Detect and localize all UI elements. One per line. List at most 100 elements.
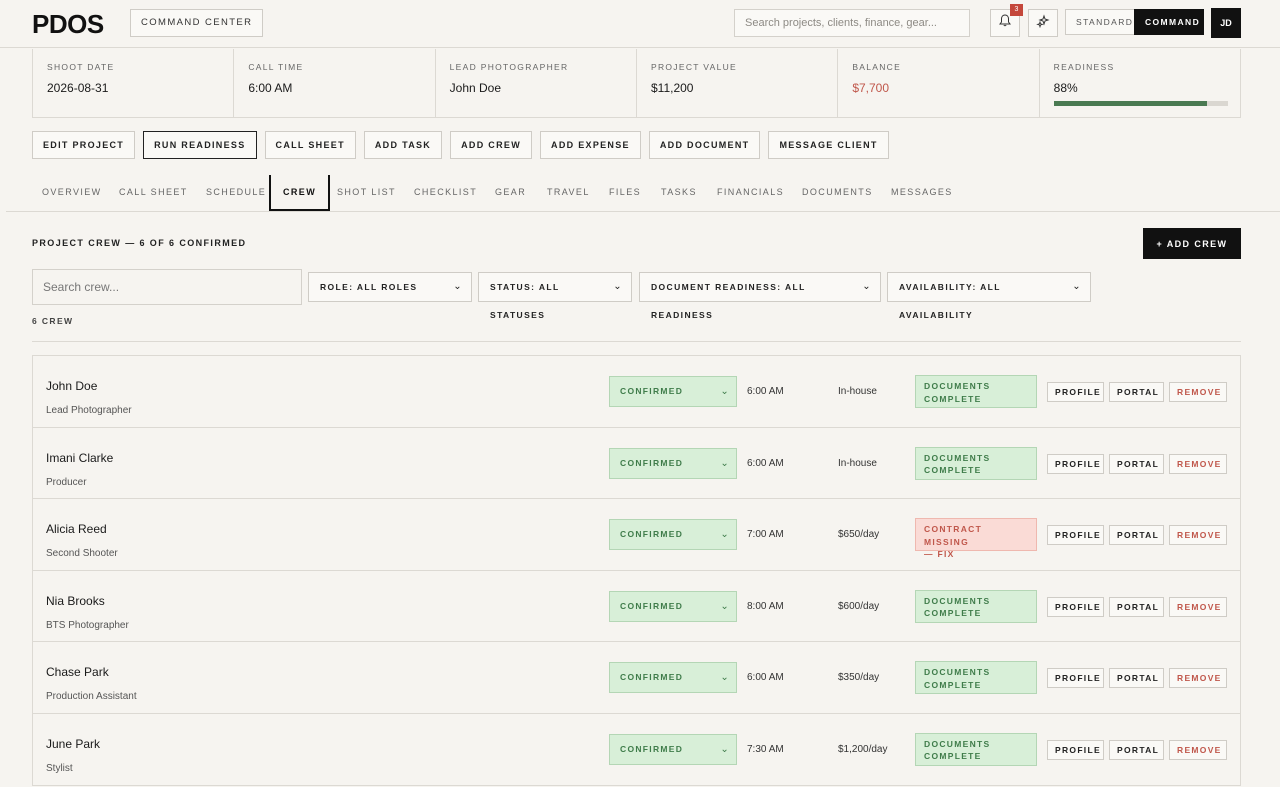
notifications-button[interactable]: 3 [990,4,1023,37]
tab-messages[interactable]: MESSAGES [891,175,953,211]
remove-button[interactable]: REMOVE [1169,525,1227,545]
crew-row: Nia Brooks BTS Photographer CONFIRMED ⌄ 8… [33,570,1240,642]
remove-button[interactable]: REMOVE [1169,739,1227,760]
crew-name[interactable]: Alicia Reed [46,522,107,536]
crew-status-select[interactable]: CONFIRMED ⌄ [609,519,737,550]
docs-line: COMPLETE [924,465,982,475]
remove-button[interactable]: REMOVE [1169,382,1227,402]
crew-status-select[interactable]: CONFIRMED ⌄ [609,447,737,479]
tab-checklist[interactable]: CHECKLIST [414,175,477,211]
crew-role: Production Assistant [46,691,137,702]
profile-button[interactable]: PROFILE [1047,596,1104,617]
crew-call-time: 7:00 AM [747,529,784,540]
crew-status-select[interactable]: CONFIRMED ⌄ [609,590,737,622]
portal-button[interactable]: PORTAL [1109,453,1164,474]
crew-status-select[interactable]: CONFIRMED ⌄ [609,662,737,693]
tab-call-sheet[interactable]: CALL SHEET [119,175,188,211]
document-status-badge[interactable]: DOCUMENTS COMPLETE [915,446,1037,480]
stat-value: 88% [1053,81,1078,95]
tab-gear[interactable]: GEAR [495,175,526,211]
remove-button[interactable]: REMOVE [1169,596,1227,617]
document-status-badge[interactable]: DOCUMENTS COMPLETE [915,732,1037,766]
crew-rate: In-house [838,386,877,397]
add-crew-action-button[interactable]: ADD CREW [450,131,533,159]
tab-shot-list[interactable]: SHOT LIST [337,175,396,211]
crew-search-input[interactable] [32,269,302,305]
stat-label: BALANCE [852,62,902,72]
crew-call-time: 6:00 AM [747,386,784,397]
portal-button[interactable]: PORTAL [1109,382,1164,402]
top-bar: PDOS COMMAND CENTER 3 STANDARD COMMAND J… [0,0,1280,48]
add-task-button[interactable]: ADD TASK [363,131,443,159]
crew-role: Producer [46,476,87,488]
stat-value: $7,700 [852,81,890,95]
status-filter-label: STATUS: ALL STATUSES [490,282,560,320]
crew-name[interactable]: John Doe [46,379,97,393]
docs-line: DOCUMENTS [924,667,991,677]
docs-line: COMPLETE [924,393,982,404]
run-readiness-button[interactable]: RUN READINESS [143,131,257,159]
stat-value: 6:00 AM [248,81,293,95]
app-logo[interactable]: PDOS [32,9,104,40]
document-status-badge[interactable]: DOCUMENTS COMPLETE [915,375,1037,408]
readiness-progress-fill [1053,101,1207,106]
edit-project-button[interactable]: EDIT PROJECT [32,131,136,159]
tab-files[interactable]: FILES [609,175,641,211]
tab-overview[interactable]: OVERVIEW [42,175,102,211]
crew-call-time: 6:00 AM [747,457,784,469]
profile-button[interactable]: PROFILE [1047,525,1104,545]
mode-command-toggle[interactable]: COMMAND [1134,9,1204,35]
tab-schedule[interactable]: SCHEDULE [206,175,266,211]
tab-travel[interactable]: TRAVEL [547,175,590,211]
availability-filter-select[interactable]: AVAILABILITY: ALL AVAILABILITY ⌄ [887,272,1091,320]
docs-line: DOCUMENTS [924,381,991,391]
crew-name[interactable]: Chase Park [46,665,109,679]
profile-button[interactable]: PROFILE [1047,453,1104,474]
crew-status-label: CONFIRMED [620,457,684,468]
profile-button[interactable]: PROFILE [1047,668,1104,688]
crew-status-select[interactable]: CONFIRMED ⌄ [609,376,737,407]
profile-button[interactable]: PROFILE [1047,382,1104,402]
tab-financials[interactable]: FINANCIALS [717,175,784,211]
portal-button[interactable]: PORTAL [1109,525,1164,545]
add-expense-button[interactable]: ADD EXPENSE [540,131,641,159]
call-sheet-button[interactable]: CALL SHEET [264,131,356,159]
stat-label: READINESS [1053,62,1115,72]
document-status-badge[interactable]: DOCUMENTS COMPLETE [915,589,1037,623]
crew-status-label: CONFIRMED [620,600,684,611]
add-crew-button[interactable]: + ADD CREW [1143,228,1241,259]
crew-call-time: 8:00 AM [747,600,784,612]
tab-documents[interactable]: DOCUMENTS [802,175,873,211]
portal-button[interactable]: PORTAL [1109,596,1164,617]
document-status-badge[interactable]: DOCUMENTS COMPLETE [915,661,1037,694]
role-filter-select[interactable]: ROLE: ALL ROLES ⌄ [308,272,472,302]
message-client-button[interactable]: MESSAGE CLIENT [768,131,889,159]
document-status-badge[interactable]: CONTRACT MISSING — FIX [915,518,1037,559]
mode-standard-toggle[interactable]: STANDARD [1065,9,1135,35]
status-filter-select[interactable]: STATUS: ALL STATUSES ⌄ [478,272,632,320]
command-center-button[interactable]: COMMAND CENTER [130,9,264,37]
crew-name[interactable]: June Park [46,737,100,751]
portal-button[interactable]: PORTAL [1109,668,1164,688]
chevron-down-icon: ⌄ [862,281,872,292]
tab-crew[interactable]: CREW [269,175,331,211]
user-avatar[interactable]: JD [1211,8,1241,38]
add-document-button[interactable]: ADD DOCUMENT [648,131,761,159]
crew-name[interactable]: Nia Brooks [46,594,105,608]
remove-button[interactable]: REMOVE [1169,453,1227,474]
stat-shoot-date: SHOOT DATE 2026-08-31 [33,49,235,117]
portal-button[interactable]: PORTAL [1109,739,1164,760]
tab-tasks[interactable]: TASKS [661,175,697,211]
crew-rate: $600/day [838,600,880,612]
crew-name[interactable]: Imani Clarke [46,451,113,465]
docs-line: DOCUMENTS [924,738,991,749]
global-search-input[interactable] [734,9,970,37]
notification-count-badge: 3 [1010,4,1023,16]
profile-button[interactable]: PROFILE [1047,739,1104,760]
remove-button[interactable]: REMOVE [1169,668,1227,688]
crew-status-select[interactable]: CONFIRMED ⌄ [609,733,737,765]
crew-status-label: CONFIRMED [620,672,684,682]
ai-assistant-button[interactable] [1028,9,1058,37]
stat-label: LEAD PHOTOGRAPHER [449,62,569,72]
document-readiness-filter-select[interactable]: DOCUMENT READINESS: ALL READINESS ⌄ [639,272,881,320]
